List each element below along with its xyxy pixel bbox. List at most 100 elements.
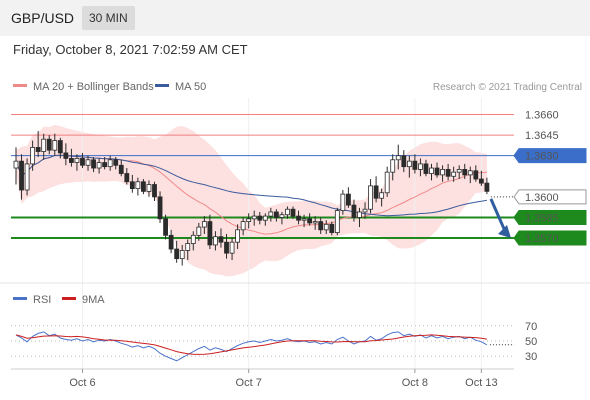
- candle-body-down: [296, 215, 301, 221]
- ma20-legend-swatch: [13, 84, 27, 87]
- candle-body-up: [340, 193, 346, 211]
- candle-body-up: [41, 138, 47, 152]
- candle-body-up: [418, 163, 423, 170]
- candle-body-down: [80, 158, 85, 166]
- candle-body-up: [146, 184, 152, 192]
- rsi-tick-label: 30: [525, 351, 537, 363]
- candle-body-up: [362, 208, 368, 213]
- candle-body-down: [484, 182, 490, 192]
- candle-body-down: [423, 163, 429, 174]
- candle-body-down: [478, 178, 484, 184]
- candle-body-down: [91, 159, 96, 169]
- candle: [384, 166, 390, 197]
- candle: [24, 158, 30, 196]
- candle-body-down: [35, 147, 41, 152]
- candle-body-up: [368, 185, 373, 210]
- candle-body-up: [285, 208, 290, 216]
- rsi-legend-swatch: [13, 297, 27, 300]
- level-label-text: 1.3630: [525, 151, 559, 163]
- rsi-ma-legend-swatch: [62, 297, 76, 300]
- candle: [345, 187, 351, 208]
- candle: [373, 176, 379, 203]
- candle-body-up: [185, 243, 191, 251]
- bollinger-band: [16, 124, 487, 277]
- candle-body-down: [434, 167, 440, 176]
- level-label-support: 1.3570: [513, 230, 587, 246]
- level-labels-layer: 1.3660 1.3645 1.3630 1.3600 1.3585 1.3570: [513, 109, 587, 246]
- candle-body-up: [268, 211, 274, 217]
- candle-body-down: [19, 160, 24, 191]
- candle-body-up: [334, 210, 340, 233]
- candle-body-down: [307, 218, 313, 224]
- candle-body-down: [224, 241, 229, 254]
- candle-body-down: [257, 215, 263, 221]
- candle-body-down: [290, 208, 296, 217]
- candle-body-down: [63, 152, 69, 159]
- candle-body-up: [13, 160, 19, 169]
- candle-body-down: [351, 204, 357, 218]
- candle-body-up: [74, 158, 80, 163]
- candle-body-down: [129, 181, 135, 190]
- candle-body-up: [52, 140, 58, 151]
- candle-body-up: [30, 147, 36, 165]
- level-label-support: 1.3585: [513, 209, 587, 225]
- candle-body-down: [163, 218, 168, 236]
- ma50-legend-label: MA 50: [175, 81, 206, 93]
- level-label-text: 1.3570: [525, 233, 559, 245]
- candle-body-up: [301, 218, 307, 221]
- candle-body-down: [412, 160, 418, 170]
- candle-body-down: [141, 181, 146, 192]
- candle-body-up: [229, 241, 235, 254]
- candle: [368, 179, 373, 214]
- candle-body-up: [456, 169, 462, 173]
- x-tick-label: Oct 6: [69, 377, 95, 389]
- candle-body-down: [168, 234, 174, 250]
- candle-body-up: [429, 167, 434, 174]
- rsi-tick-label: 50: [525, 336, 537, 348]
- candle-body-up: [262, 215, 268, 221]
- candle-body-down: [69, 158, 74, 163]
- candle-body-up: [196, 226, 202, 236]
- rsi-tick-label: 70: [525, 321, 537, 333]
- candle-body-down: [329, 223, 335, 233]
- candle-body-up: [279, 214, 285, 218]
- credit-text: Research © 2021 Trading Central: [433, 82, 582, 93]
- candle-body-up: [213, 236, 218, 246]
- level-label-last: 1.3600: [513, 189, 587, 205]
- candle-body-down: [318, 221, 324, 231]
- level-label-text: 1.3585: [525, 212, 559, 224]
- candle-body-up: [251, 215, 257, 220]
- candle-body-up: [357, 211, 362, 218]
- candle-body-up: [323, 223, 329, 231]
- x-axis-labels: Oct 6 Oct 7 Oct 8 Oct 13: [69, 369, 498, 389]
- candle-body-down: [152, 184, 157, 198]
- candle-body-up: [246, 218, 252, 222]
- candle-body-down: [345, 193, 351, 206]
- candle-body-up: [467, 170, 473, 176]
- level-label-resistance: 1.3660: [525, 109, 559, 121]
- ma50-legend-swatch: [155, 84, 169, 87]
- candle-body-down: [207, 221, 213, 246]
- forecast-arrow-shaft: [489, 198, 507, 232]
- candle-body-up: [440, 169, 445, 176]
- chart-svg: MA 20 + Bollinger Bands MA 50 Research ©…: [0, 81, 590, 389]
- candle-body-down: [102, 162, 108, 168]
- candle-body-up: [107, 159, 113, 168]
- candle-body-down: [124, 173, 130, 183]
- rsi-legend-label: RSI: [33, 294, 51, 306]
- candle-body-down: [46, 138, 52, 151]
- candle-body-up: [85, 159, 91, 166]
- candle-body-up: [406, 160, 412, 168]
- candle-body-up: [190, 234, 196, 244]
- candle-body-down: [445, 169, 451, 177]
- rsi-ma-legend-label: 9MA: [82, 294, 105, 306]
- candle-body-down: [157, 196, 163, 220]
- candle-body-up: [395, 155, 401, 161]
- candle-body-up: [24, 163, 30, 191]
- candle-body-down: [113, 159, 119, 166]
- candle-body-up: [390, 159, 396, 173]
- candle-body-down: [462, 169, 468, 176]
- level-label-pivot: 1.3630: [513, 148, 587, 164]
- x-tick-label: Oct 7: [236, 377, 262, 389]
- candle-body-up: [201, 221, 207, 228]
